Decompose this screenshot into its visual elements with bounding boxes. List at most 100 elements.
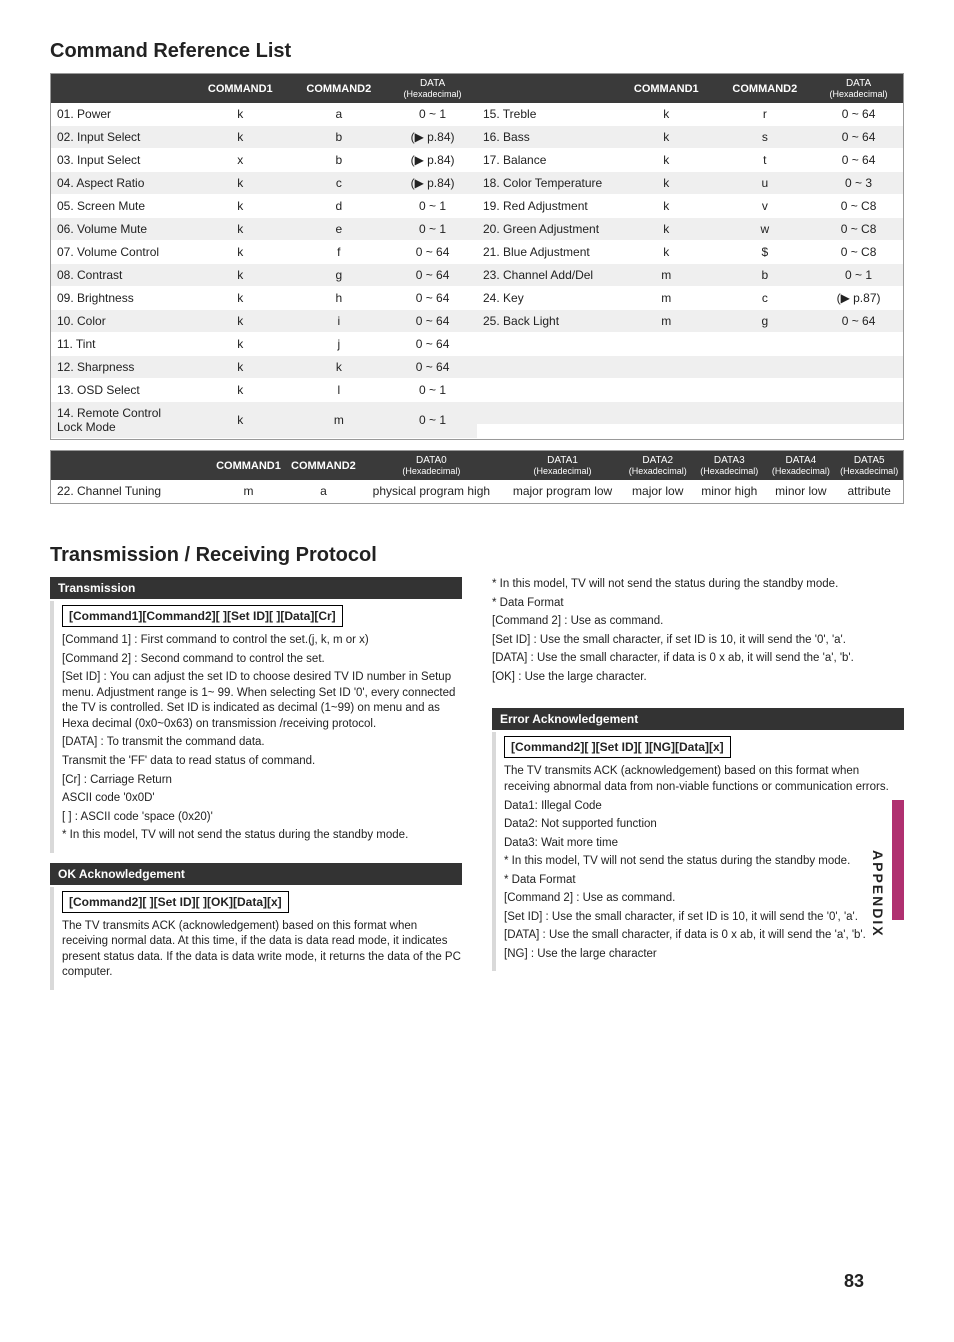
protocol-line: [Cr] : Carriage Return xyxy=(62,773,462,789)
cell-c2: $ xyxy=(716,241,815,264)
cell-d: (▶ p.84) xyxy=(388,149,477,172)
ct-v0: physical program high xyxy=(361,480,502,503)
cell-name: 19. Red Adjustment xyxy=(477,195,617,218)
cell-c1: k xyxy=(191,172,290,195)
ct-d3: DATA3(Hexadecimal) xyxy=(692,451,766,480)
cell-d: 0 ~ 1 xyxy=(388,379,477,402)
cell-name: 05. Screen Mute xyxy=(51,195,191,218)
cell-c2: t xyxy=(716,149,815,172)
cell-d: (▶ p.87) xyxy=(814,287,903,310)
table-row-empty xyxy=(477,356,903,379)
ct-v1: major program low xyxy=(502,480,623,503)
cell-d: 0 ~ 64 xyxy=(814,310,903,333)
cell-d: 0 ~ 64 xyxy=(814,149,903,172)
table-row: 23. Channel Add/Delmb0 ~ 1 xyxy=(477,264,903,287)
protocol-line: [OK] : Use the large character. xyxy=(492,670,904,686)
cell-d: 0 ~ 64 xyxy=(388,356,477,379)
cell-c1: k xyxy=(191,195,290,218)
cell-c1: k xyxy=(191,126,290,149)
table-row: 25. Back Lightmg0 ~ 64 xyxy=(477,310,903,333)
protocol-line: Transmit the 'FF' data to read status of… xyxy=(62,754,462,770)
cell-d: 0 ~ 64 xyxy=(388,333,477,356)
channel-tuning-table: COMMAND1 COMMAND2 DATA0(Hexadecimal) DAT… xyxy=(50,450,904,504)
cell-name: 20. Green Adjustment xyxy=(477,218,617,241)
protocol-line: Data1: Illegal Code xyxy=(504,799,904,815)
cell-name: 12. Sharpness xyxy=(51,356,191,379)
transmission-header: Transmission xyxy=(50,577,462,599)
cell-name: 14. Remote Control Lock Mode xyxy=(51,402,191,439)
table-row: 20. Green Adjustmentkw0 ~ C8 xyxy=(477,218,903,241)
cell-c2: s xyxy=(716,126,815,149)
table-row: 07. Volume Controlkf0 ~ 64 xyxy=(51,241,477,264)
cell-c2: b xyxy=(716,264,815,287)
page-number: 83 xyxy=(844,1271,864,1292)
err-ack-header: Error Acknowledgement xyxy=(492,708,904,730)
cell-c2: c xyxy=(290,172,389,195)
protocol-line: Data2: Not supported function xyxy=(504,817,904,833)
table-row-empty xyxy=(477,333,903,356)
cell-name: 03. Input Select xyxy=(51,149,191,172)
cell-c1: k xyxy=(191,356,290,379)
cell-d: 0 ~ 64 xyxy=(388,264,477,287)
ct-v5: attribute xyxy=(835,480,903,503)
protocol-line: The TV transmits ACK (acknowledgement) b… xyxy=(504,764,904,795)
cell-name: 18. Color Temperature xyxy=(477,172,617,195)
cell-d: 0 ~ 1 xyxy=(388,195,477,218)
ct-d5: DATA5(Hexadecimal) xyxy=(835,451,903,480)
protocol-line: [Set ID] : Use the small character, if s… xyxy=(504,910,904,926)
table-row-empty xyxy=(477,379,903,402)
cell-c1: k xyxy=(617,241,716,264)
cell-name: 23. Channel Add/Del xyxy=(477,264,617,287)
ct-d0: DATA0(Hexadecimal) xyxy=(361,451,502,480)
cell-c2: h xyxy=(290,287,389,310)
cell-name: 16. Bass xyxy=(477,126,617,149)
ct-d2: DATA2(Hexadecimal) xyxy=(623,451,692,480)
cell-c1: k xyxy=(617,103,716,126)
cell-name: 25. Back Light xyxy=(477,310,617,333)
cell-name: 04. Aspect Ratio xyxy=(51,172,191,195)
cell-d: 0 ~ 64 xyxy=(388,287,477,310)
cell-d: 0 ~ C8 xyxy=(814,195,903,218)
protocol-line: [DATA] : Use the small character, if dat… xyxy=(492,651,904,667)
cell-c1: m xyxy=(617,310,716,333)
protocol-line: [Command 2] : Use as command. xyxy=(504,891,904,907)
table-row: 03. Input Selectxb(▶ p.84) xyxy=(51,149,477,172)
cell-c2: u xyxy=(716,172,815,195)
cell-c2: d xyxy=(290,195,389,218)
cell-c2: w xyxy=(716,218,815,241)
table-row: 09. Brightnesskh0 ~ 64 xyxy=(51,287,477,310)
protocol-line: * Data Format xyxy=(492,596,904,612)
ct-c2: a xyxy=(286,480,361,503)
table-row: 01. Powerka0 ~ 1 xyxy=(51,103,477,126)
cell-name: 10. Color xyxy=(51,310,191,333)
cell-name: 24. Key xyxy=(477,287,617,310)
col-data-r: DATA(Hexadecimal) xyxy=(814,74,903,103)
table-row: 05. Screen Mutekd0 ~ 1 xyxy=(51,195,477,218)
table-row: 17. Balancekt0 ~ 64 xyxy=(477,149,903,172)
cell-c1: k xyxy=(617,172,716,195)
cell-c2: v xyxy=(716,195,815,218)
cell-c2: b xyxy=(290,149,389,172)
cell-d: 0 ~ 1 xyxy=(388,103,477,126)
cell-d: 0 ~ 64 xyxy=(814,103,903,126)
table-row: 08. Contrastkg0 ~ 64 xyxy=(51,264,477,287)
cell-c1: k xyxy=(617,149,716,172)
table-row: 18. Color Temperatureku0 ~ 3 xyxy=(477,172,903,195)
ct-cmd2: COMMAND2 xyxy=(286,451,361,480)
cell-d: (▶ p.84) xyxy=(388,172,477,195)
transmission-format: [Command1][Command2][ ][Set ID][ ][Data]… xyxy=(62,605,343,627)
cell-d: 0 ~ 1 xyxy=(388,218,477,241)
heading-crl: Command Reference List xyxy=(50,40,904,63)
ct-name: 22. Channel Tuning xyxy=(51,480,211,503)
cell-c1: k xyxy=(191,287,290,310)
cell-c2: b xyxy=(290,126,389,149)
table-row: 19. Red Adjustmentkv0 ~ C8 xyxy=(477,195,903,218)
cell-name: 01. Power xyxy=(51,103,191,126)
table-row-empty xyxy=(477,402,903,425)
protocol-line: The TV transmits ACK (acknowledgement) b… xyxy=(62,919,462,981)
protocol-line: [Set ID] : You can adjust the set ID to … xyxy=(62,670,462,732)
cell-c2: c xyxy=(716,287,815,310)
protocol-line: ASCII code '0x0D' xyxy=(62,791,462,807)
cell-d: 0 ~ 64 xyxy=(388,310,477,333)
cell-name: 21. Blue Adjustment xyxy=(477,241,617,264)
